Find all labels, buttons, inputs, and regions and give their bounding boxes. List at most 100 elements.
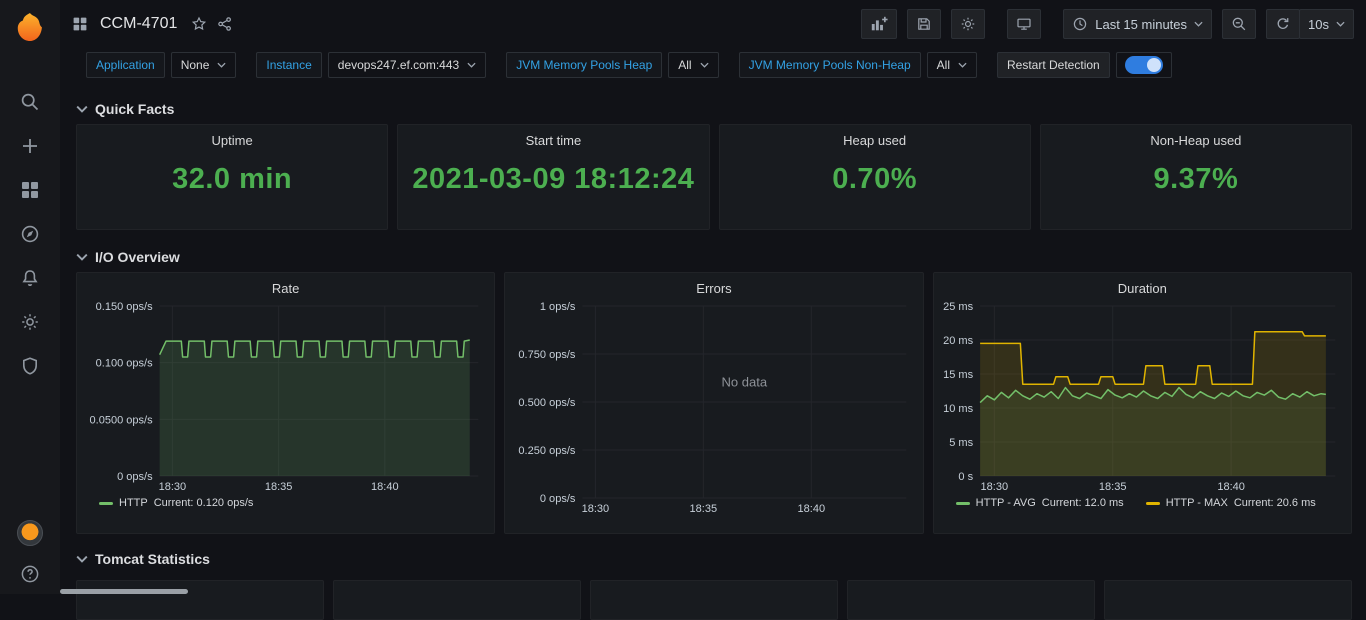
zoom-out-button[interactable] [1222, 9, 1256, 39]
legend-label: HTTP - AVG [976, 497, 1036, 509]
partial-panel [76, 580, 324, 620]
row-title: Quick Facts [95, 101, 174, 117]
restart-detection-toggle-chip [1116, 52, 1172, 78]
chevron-down-icon [958, 62, 967, 68]
partial-panel [1104, 580, 1352, 620]
refresh-button[interactable] [1266, 9, 1300, 39]
partial-panel [590, 580, 838, 620]
gear-icon [960, 16, 976, 32]
io-overview-row: Rate 0.150 ops/s0.100 ops/s0.0500 ops/s0… [76, 272, 1352, 534]
explore-compass-icon[interactable] [20, 224, 40, 244]
filter-value-dropdown[interactable]: All [927, 52, 977, 78]
time-range-picker[interactable]: Last 15 minutes [1063, 9, 1212, 39]
svg-text:0.500 ops/s: 0.500 ops/s [519, 397, 576, 409]
svg-text:No data: No data [722, 375, 768, 390]
partial-panel [847, 580, 1095, 620]
save-dashboard-button[interactable] [907, 9, 941, 39]
panel-title[interactable]: Errors [513, 273, 914, 296]
zoom-out-icon [1231, 16, 1247, 32]
svg-text:0 ops/s: 0 ops/s [117, 471, 153, 483]
legend-value: Current: 0.120 ops/s [154, 497, 254, 509]
panel-title[interactable]: Uptime [212, 125, 253, 148]
filter-jvm-nonheap: JVM Memory Pools Non-Heap All [739, 52, 977, 78]
filter-value-dropdown[interactable]: All [668, 52, 718, 78]
create-plus-icon[interactable] [20, 136, 40, 156]
sidebar [0, 0, 60, 594]
svg-text:0 ops/s: 0 ops/s [540, 493, 576, 505]
template-variables-row: Application None Instance devops247.ef.c… [60, 48, 1366, 90]
dashboard-content: Quick Facts Uptime 32.0 min Start time 2… [60, 98, 1366, 620]
legend-item[interactable]: HTTP - MAX Current: 20.6 ms [1146, 497, 1316, 509]
row-header-io-overview[interactable]: I/O Overview [76, 246, 1352, 268]
legend-label: HTTP [119, 497, 148, 509]
search-icon[interactable] [20, 92, 40, 112]
svg-text:0 s: 0 s [958, 471, 973, 483]
svg-text:20 ms: 20 ms [943, 335, 974, 347]
row-header-tomcat[interactable]: Tomcat Statistics [76, 548, 1352, 570]
cycle-view-mode-button[interactable] [1007, 9, 1041, 39]
grafana-logo-icon[interactable] [13, 10, 47, 44]
monitor-icon [1016, 16, 1032, 32]
legend-label: HTTP - MAX [1166, 497, 1228, 509]
restart-detection-toggle[interactable] [1125, 56, 1163, 74]
apps-grid-icon[interactable] [72, 16, 88, 32]
svg-text:18:40: 18:40 [1217, 481, 1245, 493]
stat-value: 9.37% [1154, 163, 1239, 196]
tomcat-panels-partial [76, 580, 1352, 620]
add-panel-button[interactable] [861, 9, 897, 39]
stat-panel-start-time: Start time 2021-03-09 18:12:24 [397, 124, 709, 230]
panel-title[interactable]: Non-Heap used [1150, 125, 1241, 148]
svg-text:18:40: 18:40 [798, 503, 826, 515]
stat-panel-heap-used: Heap used 0.70% [719, 124, 1031, 230]
dashboard-title[interactable]: CCM-4701 [100, 15, 177, 33]
panel-title[interactable]: Rate [85, 273, 486, 296]
filter-application: Application None [86, 52, 236, 78]
refresh-interval-dropdown[interactable]: 10s [1299, 9, 1354, 39]
row-header-quick-facts[interactable]: Quick Facts [76, 98, 1352, 120]
dashboard-settings-button[interactable] [951, 9, 985, 39]
refresh-icon [1275, 16, 1291, 32]
legend-swatch [956, 502, 970, 505]
user-avatar[interactable] [17, 520, 43, 546]
svg-text:25 ms: 25 ms [943, 301, 974, 313]
chevron-down-icon [467, 62, 476, 68]
svg-text:0.250 ops/s: 0.250 ops/s [519, 445, 576, 457]
legend-item[interactable]: HTTP - AVG Current: 12.0 ms [956, 497, 1124, 509]
panel-title[interactable]: Duration [942, 273, 1343, 296]
row-title: I/O Overview [95, 249, 180, 265]
errors-chart[interactable]: 1 ops/s0.750 ops/s0.500 ops/s0.250 ops/s… [513, 298, 914, 516]
legend-swatch [1146, 502, 1160, 505]
share-icon[interactable] [217, 16, 233, 32]
configuration-gear-icon[interactable] [20, 312, 40, 332]
chevron-down-icon [76, 253, 88, 261]
chevron-down-icon [700, 62, 709, 68]
panel-title[interactable]: Start time [526, 125, 582, 148]
svg-text:0.0500 ops/s: 0.0500 ops/s [90, 414, 154, 426]
rate-chart[interactable]: 0.150 ops/s0.100 ops/s0.0500 ops/s0 ops/… [85, 298, 486, 494]
filter-value: All [678, 58, 691, 72]
time-range-label: Last 15 minutes [1095, 17, 1187, 32]
svg-text:18:30: 18:30 [980, 481, 1008, 493]
server-admin-shield-icon[interactable] [20, 356, 40, 376]
help-icon[interactable] [20, 564, 40, 584]
chevron-down-icon [1336, 21, 1345, 27]
legend-value: Current: 20.6 ms [1234, 497, 1316, 509]
dashboards-icon[interactable] [20, 180, 40, 200]
filter-label: JVM Memory Pools Non-Heap [739, 52, 921, 78]
star-icon[interactable] [191, 16, 207, 32]
legend-item[interactable]: HTTP Current: 0.120 ops/s [99, 497, 253, 509]
chevron-down-icon [76, 105, 88, 113]
stat-panel-uptime: Uptime 32.0 min [76, 124, 388, 230]
svg-text:18:30: 18:30 [582, 503, 610, 515]
svg-text:1 ops/s: 1 ops/s [540, 301, 576, 313]
filter-value: devops247.ef.com:443 [338, 58, 459, 72]
filter-jvm-heap: JVM Memory Pools Heap All [506, 52, 718, 78]
quick-facts-row: Uptime 32.0 min Start time 2021-03-09 18… [76, 124, 1352, 230]
panel-title[interactable]: Heap used [843, 125, 906, 148]
horizontal-scrollbar-thumb[interactable] [60, 589, 188, 594]
filter-value-dropdown[interactable]: None [171, 52, 237, 78]
alerting-bell-icon[interactable] [20, 268, 40, 288]
filter-value-dropdown[interactable]: devops247.ef.com:443 [328, 52, 486, 78]
duration-chart[interactable]: 25 ms20 ms15 ms10 ms5 ms0 s18:3018:3518:… [942, 298, 1343, 494]
svg-text:18:30: 18:30 [159, 481, 187, 493]
